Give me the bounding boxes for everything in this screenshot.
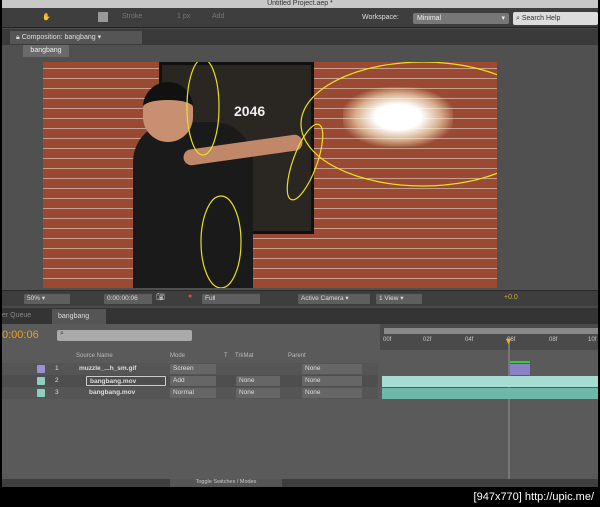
viewer-toolbar: 50% ▾ 0:00:00:06 📷︎ ● Full Active Camera…: [2, 290, 598, 306]
toggle-switches-modes-button[interactable]: Toggle Switches / Modes: [170, 479, 282, 487]
camera-snapshot-icon[interactable]: 📷︎: [156, 293, 165, 301]
video-frame[interactable]: 2046: [43, 62, 497, 288]
search-placeholder: Search Help: [521, 15, 561, 22]
work-area-bar[interactable]: [384, 328, 598, 334]
title-bar: Untitled Project.aep *: [2, 0, 598, 8]
lock-icon: 🔒︎: [16, 34, 20, 41]
tab-composition-label: Composition: bangbang: [21, 34, 96, 41]
watermark: [947x770] http://upic.me/: [0, 487, 600, 507]
resolution-value: Full: [205, 295, 216, 302]
layer-bar-2[interactable]: [382, 376, 598, 387]
current-time-display[interactable]: 0:00:00:06: [104, 294, 152, 304]
layer-bar-3[interactable]: [382, 388, 598, 399]
camera-value: Active Camera: [301, 295, 344, 302]
workspace-value: Minimal: [417, 15, 442, 22]
search-help-input[interactable]: ⌕ Search Help: [513, 12, 598, 25]
layer-number: 2: [55, 377, 59, 384]
stroke-width[interactable]: 1 px: [177, 13, 190, 20]
add-label[interactable]: Add: [212, 13, 224, 20]
layer-row[interactable]: 2 bangbang.mov Add None None: [2, 375, 378, 387]
timeline-tab-bar: er Queue bangbang: [2, 308, 598, 324]
resolution-dropdown[interactable]: Full: [202, 294, 260, 304]
tab-bangbang[interactable]: bangbang: [52, 309, 106, 324]
composition-tab-bar: 🔒︎ Composition: bangbang ▾: [2, 29, 598, 45]
layer-bar-in-marker: [510, 361, 530, 363]
ruler-label: 04f: [465, 337, 474, 343]
parent-dropdown[interactable]: None: [302, 364, 362, 374]
label-color[interactable]: [37, 389, 45, 397]
parent-dropdown[interactable]: None: [302, 376, 362, 386]
composition-viewer[interactable]: bangbang 2046: [2, 45, 598, 290]
playhead-handle-icon[interactable]: ▼: [504, 336, 513, 346]
fill-swatch[interactable]: [98, 12, 108, 22]
views-value: 1 View: [379, 295, 399, 302]
mode-dropdown[interactable]: Screen: [170, 364, 216, 374]
col-trkmat: TrkMat: [235, 353, 254, 359]
layer-row[interactable]: 1 muzzle_...h_sm.gif Screen None: [2, 363, 378, 375]
tab-composition[interactable]: 🔒︎ Composition: bangbang ▾: [10, 31, 142, 44]
ruler-label: 08f: [549, 337, 558, 343]
col-parent: Parent: [288, 353, 306, 359]
layer-name[interactable]: bangbang.mov: [86, 388, 135, 398]
col-t: T: [224, 353, 228, 359]
comp-breadcrumb[interactable]: bangbang: [23, 45, 69, 57]
exposure-value[interactable]: +0.0: [504, 294, 518, 301]
after-effects-window: Untitled Project.aep * ✋ Stroke 1 px Add…: [2, 0, 598, 487]
layer-row[interactable]: 3 bangbang.mov Normal None None: [2, 387, 378, 399]
col-mode: Mode: [170, 353, 186, 359]
trkmat-dropdown[interactable]: None: [236, 388, 280, 398]
current-time[interactable]: 0:00:06: [2, 329, 39, 341]
ruler-label: 02f: [423, 337, 432, 343]
mode-dropdown[interactable]: Add: [170, 376, 216, 386]
channel-icon[interactable]: ●: [188, 293, 192, 300]
tools-panel: ✋ Stroke 1 px Add Workspace: Minimal ▾ ⌕ …: [2, 8, 598, 28]
chevron-down-icon: ▾: [501, 15, 505, 22]
trkmat-dropdown[interactable]: None: [236, 376, 280, 386]
mask-paths[interactable]: [43, 62, 497, 288]
layer-number: 3: [55, 389, 59, 396]
layer-number: 1: [55, 365, 59, 372]
timeline-footer: Toggle Switches / Modes: [2, 479, 598, 487]
col-source-name: Source Name: [76, 353, 113, 359]
search-icon: ⌕: [516, 15, 520, 22]
tab-render-queue[interactable]: er Queue: [2, 312, 31, 319]
time-ruler[interactable]: 00f 02f 04f 06f 08f 10f: [380, 324, 598, 350]
label-color[interactable]: [37, 365, 45, 373]
layer-name-input[interactable]: bangbang.mov: [86, 376, 166, 386]
mode-dropdown[interactable]: Normal: [170, 388, 216, 398]
magnification-dropdown[interactable]: 50% ▾: [24, 294, 70, 304]
views-dropdown[interactable]: 1 View ▾: [376, 294, 422, 304]
hand-tool-icon[interactable]: ✋: [42, 13, 51, 21]
camera-dropdown[interactable]: Active Camera ▾: [298, 294, 370, 304]
column-headers: Source Name Mode T TrkMat Parent: [2, 350, 378, 362]
layer-name[interactable]: muzzle_...h_sm.gif: [76, 364, 136, 374]
timeline-panel: 0:00:06 ⌕ 00f 02f 04f 06f 08f 10f ▼ Sour…: [2, 324, 598, 487]
workspace-dropdown[interactable]: Minimal ▾: [413, 13, 509, 24]
label-color[interactable]: [37, 377, 45, 385]
layer-search-input[interactable]: ⌕: [57, 330, 192, 341]
ruler-label: 10f: [588, 337, 597, 343]
stroke-label: Stroke: [122, 13, 143, 20]
parent-dropdown[interactable]: None: [302, 388, 362, 398]
layer-bar-1[interactable]: [510, 364, 530, 375]
search-icon: ⌕: [60, 330, 64, 337]
magnification-value: 50%: [27, 295, 41, 302]
ruler-label: 00f: [383, 337, 392, 343]
workspace-label: Workspace:: [362, 14, 399, 21]
